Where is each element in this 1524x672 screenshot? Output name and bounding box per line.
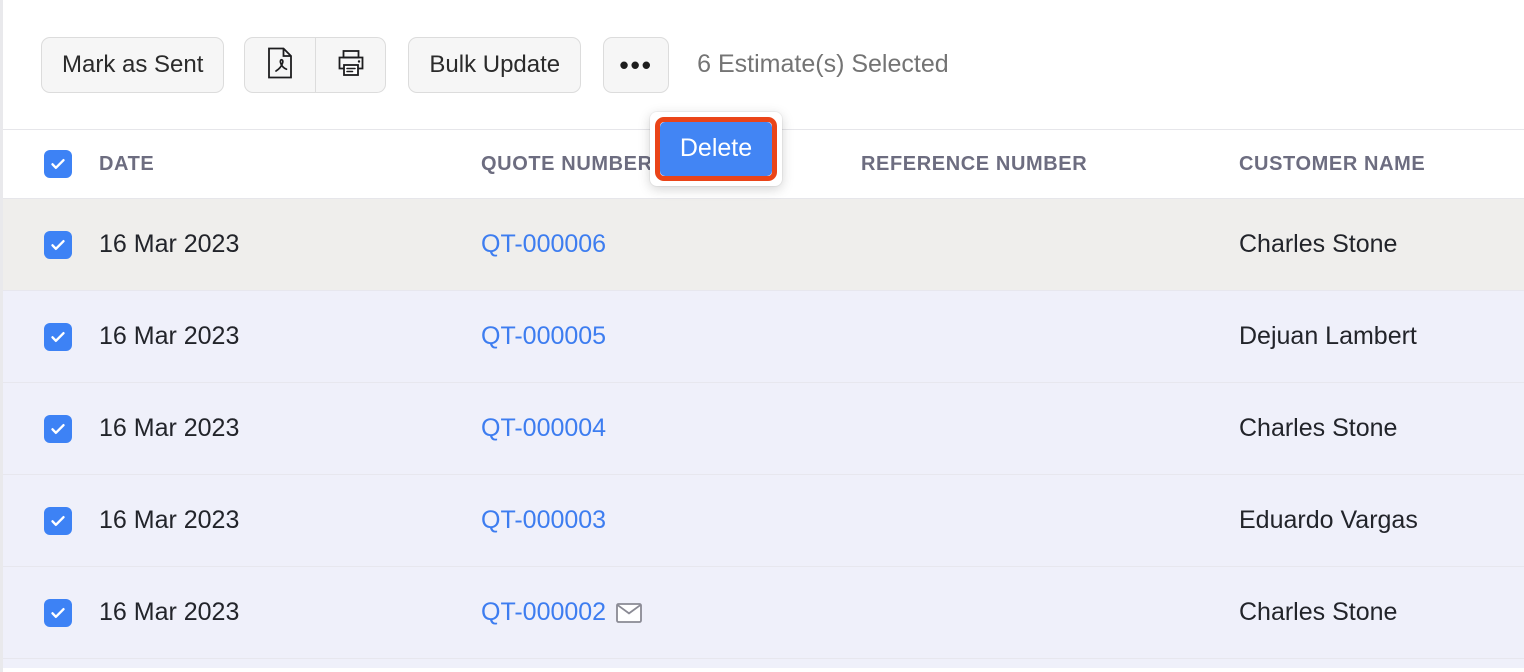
bulk-update-button[interactable]: Bulk Update: [408, 36, 582, 93]
pdf-file-icon: [267, 47, 293, 82]
quote-number-link[interactable]: QT-000005: [481, 322, 606, 351]
printer-icon: [336, 48, 366, 81]
row-select-cell: [3, 230, 99, 259]
table-row[interactable]: [3, 659, 1524, 668]
table-body: 16 Mar 2023 QT-000006 Charles Stone 16 Mar …: [3, 199, 1524, 668]
cell-quote-number: QT-000004: [481, 414, 861, 443]
column-header-reference-number[interactable]: REFERENCE NUMBER: [861, 153, 1239, 176]
print-button[interactable]: [315, 37, 385, 92]
customer-name-value: Charles Stone: [1239, 414, 1398, 442]
column-header-customer-name[interactable]: CUSTOMER NAME: [1239, 153, 1524, 176]
table-row[interactable]: 16 Mar 2023 QT-000005 Dejuan Lambert: [3, 291, 1524, 383]
table-row[interactable]: 16 Mar 2023 QT-000004 Charles Stone: [3, 383, 1524, 475]
ellipsis-icon: •••: [619, 49, 653, 80]
date-value: 16 Mar 2023: [99, 598, 240, 626]
cell-customer-name: Charles Stone: [1239, 414, 1524, 443]
row-checkbox[interactable]: [44, 598, 72, 627]
cell-date: 16 Mar 2023: [99, 322, 481, 351]
export-button-group: [244, 36, 387, 93]
delete-menu-item[interactable]: Delete: [660, 122, 772, 176]
cell-date: 16 Mar 2023: [99, 230, 481, 259]
quote-number-link[interactable]: QT-000003: [481, 506, 606, 535]
table-row[interactable]: 16 Mar 2023 QT-000002 Charles Stone: [3, 567, 1524, 659]
cell-quote-number: QT-000006: [481, 230, 861, 259]
cell-quote-number: QT-000002: [481, 598, 861, 627]
quote-number-link[interactable]: QT-000004: [481, 414, 606, 443]
estimates-list-screen: Mark as Sent Bulk Update ••• 6 Estimate(…: [0, 0, 1524, 672]
selection-status-label: 6 Estimate(s) Selected: [697, 50, 949, 78]
cell-customer-name: Charles Stone: [1239, 598, 1524, 627]
cell-quote-number: QT-000003: [481, 506, 861, 535]
row-checkbox[interactable]: [44, 322, 72, 351]
row-checkbox[interactable]: [44, 230, 72, 259]
row-select-cell: [3, 598, 99, 627]
cell-customer-name: Eduardo Vargas: [1239, 506, 1524, 535]
cell-date: 16 Mar 2023: [99, 414, 481, 443]
cell-customer-name: Dejuan Lambert: [1239, 322, 1524, 351]
customer-name-value: Charles Stone: [1239, 230, 1398, 258]
pdf-export-button[interactable]: [245, 38, 315, 92]
customer-name-value: Charles Stone: [1239, 598, 1398, 626]
mark-as-sent-button[interactable]: Mark as Sent: [41, 36, 225, 93]
row-checkbox[interactable]: [44, 506, 72, 535]
cell-quote-number: QT-000005: [481, 322, 861, 351]
row-select-cell: [3, 322, 99, 351]
date-value: 16 Mar 2023: [99, 322, 240, 350]
date-value: 16 Mar 2023: [99, 506, 240, 534]
quote-number-link[interactable]: QT-000006: [481, 230, 606, 259]
delete-menu-item-highlight: Delete: [655, 117, 777, 181]
table-row[interactable]: 16 Mar 2023 QT-000003 Eduardo Vargas: [3, 475, 1524, 567]
row-select-cell: [3, 414, 99, 443]
cell-date: 16 Mar 2023: [99, 598, 481, 627]
mail-icon: [616, 602, 642, 623]
quote-number-link[interactable]: QT-000002: [481, 598, 606, 627]
date-value: 16 Mar 2023: [99, 414, 240, 442]
customer-name-value: Eduardo Vargas: [1239, 506, 1418, 534]
row-checkbox[interactable]: [44, 414, 72, 443]
cell-date: 16 Mar 2023: [99, 506, 481, 535]
date-value: 16 Mar 2023: [99, 230, 240, 258]
select-all-cell: [3, 150, 99, 178]
more-actions-button[interactable]: •••: [603, 36, 670, 93]
row-select-cell: [3, 506, 99, 535]
bulk-action-toolbar: Mark as Sent Bulk Update ••• 6 Estimate(…: [3, 0, 1524, 130]
estimates-table: DATE QUOTE NUMBER REFERENCE NUMBER CUSTO…: [3, 130, 1524, 672]
column-header-date[interactable]: DATE: [99, 153, 481, 176]
select-all-checkbox[interactable]: [44, 150, 72, 178]
more-actions-dropdown: Delete: [650, 112, 782, 186]
cell-customer-name: Charles Stone: [1239, 230, 1524, 259]
customer-name-value: Dejuan Lambert: [1239, 322, 1417, 350]
table-row[interactable]: 16 Mar 2023 QT-000006 Charles Stone: [3, 199, 1524, 291]
